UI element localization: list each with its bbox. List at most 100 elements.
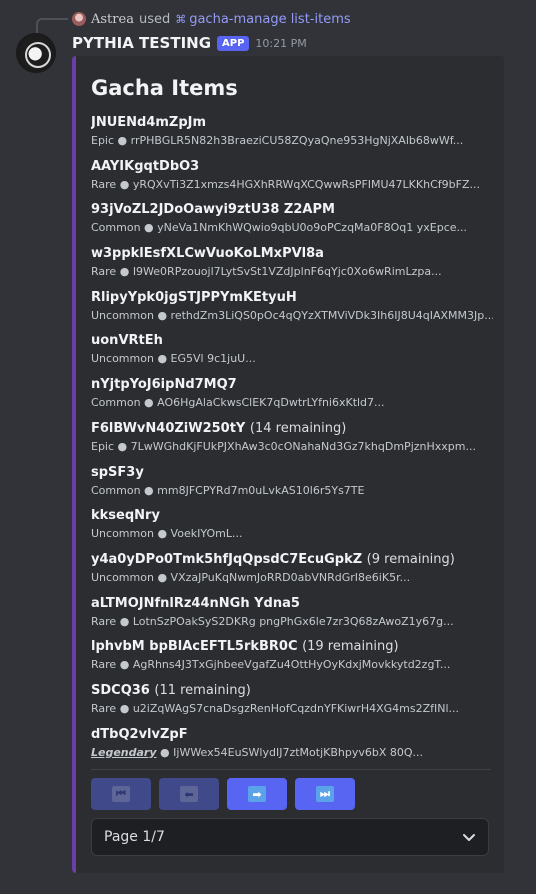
message-timestamp[interactable]: 10:21 PM [255,37,306,50]
item-name-text: 93jVoZL2JDoOawyi9ztU38 Z2APM [91,202,335,218]
bullet-separator: ● [157,352,168,366]
item-detail: Rare ● LotnSzPOakSyS2DKRg pngPhGx6le7zr3… [91,613,493,631]
last-page-button[interactable]: ⏭ [295,778,355,810]
replied-user-avatar[interactable] [72,12,86,26]
message-header: PYTHIA TESTING APP 10:21 PM [72,33,307,53]
bullet-separator: ● [144,221,154,235]
item-detail: Common ● mm8JFCPYRd7m0uLvkAS10l6r5Ys7TE [91,482,493,500]
item-description: VoekIYOmL... [170,527,243,541]
bullet-separator: ● [119,614,130,628]
item-name-text: AAYIKgqtDbO3 [91,158,200,174]
item-name: y4a0yDPo0Tmk5hfJqQpsdC7EcuGpkZ (9 remain… [91,551,493,569]
list-item: SDCQ36 (11 remaining) Rare ● u2iZqWAgS7cn… [91,682,493,726]
list-item: dTbQ2vlvZpF Legendary ● IjWWex54EuSWlydIJ… [91,726,493,770]
item-remaining: (11 remaining) [154,682,251,698]
item-rarity: Rare [91,177,117,191]
reply-context[interactable]: Astrea used ⌘ gacha-manage list-items [72,10,351,28]
item-remaining: (19 remaining) [302,639,399,655]
bullet-separator: ● [119,177,130,191]
item-name: JNUENd4mZpJm [91,114,493,132]
item-description: 7LwWGhdKjFUkPJXhAw3c0cONahaNd3Gz7khqDmPj… [130,439,476,453]
item-description: VXzaJPuKqNwmJoRRD0abVNRdGrI8e6iK5r... [170,570,411,584]
item-description: IjWWex54EuSWlydIJ7ztMotjKBhpyv6bX 80Q... [173,745,424,759]
command-name[interactable]: gacha-manage list-items [189,12,350,27]
page-select-value: Page 1/7 [104,829,165,845]
item-detail: Uncommon ● VoekIYOmL... [91,525,493,543]
app-badge: APP [217,35,250,51]
page-select[interactable]: Page 1/7 [91,818,489,856]
item-rarity: Uncommon [91,527,154,541]
item-detail: Legendary ● IjWWex54EuSWlydIJ7ztMotjKBhp… [91,744,493,762]
item-name: aLTMOJNfnlRz44nNGh Ydna5 [91,595,493,613]
replied-username[interactable]: Astrea [91,12,134,27]
item-remaining: (14 remaining) [249,420,347,436]
list-item: kkseqNry Uncommon ● VoekIYOmL... [91,507,493,551]
bullet-separator: ● [157,570,168,584]
item-name-text: JNUENd4mZpJm [91,115,207,130]
item-name-text: y4a0yDPo0Tmk5hfJqQpsdC7EcuGpkZ [91,551,363,567]
item-name-text: lphvbM bpBlAcEFTL5rkBR0C [91,639,298,655]
item-name-text: F6lBWvN40ZiW250tY [91,420,246,436]
item-detail: Rare ● yRQXvTi3Z1xmzs4HGXhRRWqXCQwwRsPFI… [91,176,493,194]
list-item: y4a0yDPo0Tmk5hfJqQpsdC7EcuGpkZ (9 remain… [91,551,493,595]
item-detail: Common ● yNeVa1NmKhWQwio9qbU0o9oPCzqMa0F… [91,219,493,237]
item-name-text: aLTMOJNfnlRz44nNGh Ydna5 [91,595,300,611]
item-rarity: Common [91,483,141,497]
bullet-separator: ● [157,308,168,322]
item-name: uonVRtEh [91,332,493,350]
bullet-separator: ● [119,265,130,279]
item-rarity: Rare [91,265,117,279]
item-rarity: Legendary [91,745,157,759]
item-name: AAYIKgqtDbO3 [91,158,493,176]
bullet-separator: ● [117,134,128,147]
bullet-separator: ● [117,439,128,453]
list-item: spSF3y Common ● mm8JFCPYRd7m0uLvkAS10l6r5… [91,464,493,508]
item-description: I9We0RPzouojl7LytSvSt1VZdJplnF6qYjc0Xo6w… [132,265,442,279]
next-page-button[interactable]: ➡ [227,778,287,810]
item-description: EG5Vl 9c1juU... [170,352,256,366]
list-item: AAYIKgqtDbO3 Rare ● yRQXvTi3Z1xmzs4HGXhRR… [91,158,493,202]
list-item: nYjtpYoJ6ipNd7MQ7 Common ● AO6HgAlaCkwsCl… [91,376,493,420]
item-rarity: Epic [91,134,115,147]
item-name: kkseqNry [91,507,493,525]
item-detail: Rare ● u2iZqWAgS7cnaDsgzRenHofCqzdnYFKiw… [91,700,493,718]
list-item: aLTMOJNfnlRz44nNGh Ydna5 Rare ● LotnSzPOa… [91,595,493,639]
item-rarity: Epic [91,439,115,453]
item-detail: Common ● AO6HgAlaCkwsClEK7qDwtrLYfni6xKt… [91,394,493,412]
skip-first-icon: ⏮ [112,786,130,802]
item-remaining: (9 remaining) [366,551,455,567]
item-detail: Epic ● 7LwWGhdKjFUkPJXhAw3c0cONahaNd3Gz7… [91,438,493,456]
item-name: lphvbM bpBlAcEFTL5rkBR0C (19 remaining) [91,638,493,656]
item-name: spSF3y [91,464,493,482]
item-description: yRQXvTi3Z1xmzs4HGXhRRWqXCQwwRsPFIMU47LKK… [132,177,480,191]
item-rarity: Uncommon [91,570,154,584]
bullet-separator: ● [119,701,130,715]
command-icon: ⌘ [175,12,187,26]
list-item: F6lBWvN40ZiW250tY (14 remaining) Epic ● 7… [91,420,493,464]
used-text: used [138,11,171,27]
item-name: RlipyYpk0jgSTJPPYmKEtyuH [91,289,493,307]
skip-last-icon: ⏭ [316,786,334,802]
item-description: u2iZqWAgS7cnaDsgzRenHofCqzdnYFKiwrH4XG4m… [132,701,460,715]
item-name-text: kkseqNry [91,508,160,524]
item-name: dTbQ2vlvZpF [91,726,493,744]
first-page-button[interactable]: ⏮ [91,778,151,810]
item-detail: Uncommon ● VXzaJPuKqNwmJoRRD0abVNRdGrI8e… [91,569,493,587]
bullet-separator: ● [160,745,170,759]
bot-avatar[interactable] [16,33,56,73]
item-detail: Rare ● I9We0RPzouojl7LytSvSt1VZdJplnF6qY… [91,263,493,281]
list-item: 93jVoZL2JDoOawyi9ztU38 Z2APM Common ● yNe… [91,201,493,245]
item-name-text: RlipyYpk0jgSTJPPYmKEtyuH [91,289,297,305]
embed-card: Gacha Items JNUENd4mZpJm Epic ● rrPHBGLR5… [72,56,504,873]
bot-username[interactable]: PYTHIA TESTING [72,34,211,52]
item-name-text: uonVRtEh [91,333,163,349]
slash-command[interactable]: ⌘ gacha-manage list-items [175,12,350,27]
item-description: AgRhns4J3TxGjhbeeVgafZu4OttHyOyKdxjMovkk… [132,658,451,672]
item-name: 93jVoZL2JDoOawyi9ztU38 Z2APM [91,201,493,219]
item-rarity: Rare [91,614,117,628]
bullet-separator: ● [144,483,154,497]
item-rarity: Common [91,221,141,235]
list-item: w3ppklEsfXLCwVuoKoLMxPVl8a Rare ● I9We0RP… [91,245,493,289]
previous-page-button[interactable]: ⬅ [159,778,219,810]
item-name-text: w3ppklEsfXLCwVuoKoLMxPVl8a [91,246,324,262]
